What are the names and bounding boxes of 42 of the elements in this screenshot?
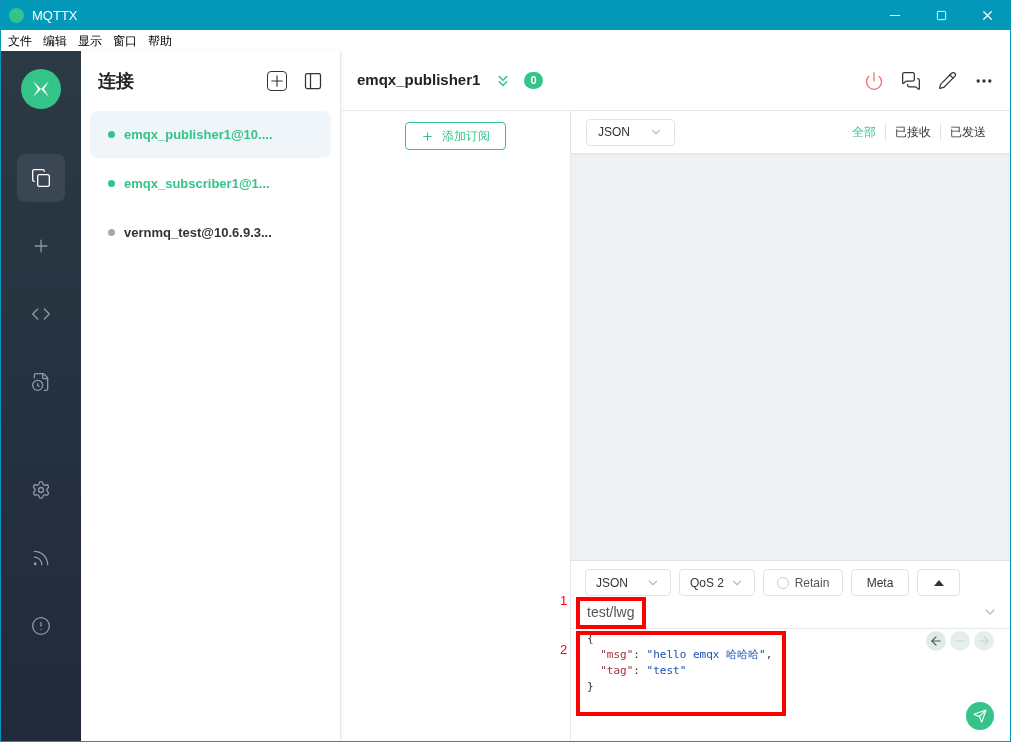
meta-button[interactable]: Meta (851, 569, 909, 596)
log-icon (31, 372, 51, 392)
power-icon[interactable] (864, 70, 884, 91)
message-count-badge: 0 (524, 72, 543, 89)
menu-item[interactable]: 编辑 (43, 31, 67, 50)
plus-icon (421, 129, 434, 143)
app-logo-icon (9, 8, 24, 23)
format-select[interactable]: JSON (585, 569, 671, 596)
sidebar-toggle-icon[interactable] (303, 71, 323, 91)
annotation-number: 2 (560, 641, 568, 659)
triangle-up-icon (933, 579, 944, 586)
menu-item[interactable]: 文件 (8, 31, 32, 50)
send-icon (973, 709, 987, 723)
format-select[interactable]: JSON (586, 118, 675, 146)
edit-icon[interactable] (938, 71, 957, 90)
arrow-left-icon[interactable] (926, 631, 946, 651)
annotation-box (576, 597, 646, 629)
feed-icon (31, 548, 51, 568)
topic-input[interactable]: test/lwg (587, 601, 635, 623)
rail-button[interactable] (17, 154, 65, 202)
app-logo-icon (21, 69, 61, 109)
send-button[interactable] (966, 702, 994, 730)
maximize-icon (935, 10, 947, 21)
window-title: MQTTX (32, 6, 78, 25)
expand-button[interactable] (917, 569, 960, 596)
connections-title: 连接 (98, 69, 134, 93)
minimize-icon (890, 15, 900, 16)
menu-item[interactable]: 帮助 (148, 31, 172, 50)
filter-tab[interactable]: 已发送 (940, 123, 995, 141)
chat-icon[interactable] (901, 70, 921, 91)
connection-item[interactable]: vernmq_test@10.6.9.3... (90, 209, 331, 256)
retain-checkbox[interactable]: Retain (763, 569, 843, 596)
info-icon (31, 616, 51, 636)
settings-icon (31, 480, 51, 500)
filter-tab[interactable]: 已接收 (885, 123, 940, 141)
new-connection-icon[interactable] (267, 71, 287, 91)
connections-icon (31, 168, 51, 188)
menu-item[interactable]: 显示 (78, 31, 102, 50)
qos-select[interactable]: QoS 2 (679, 569, 755, 596)
menu-item[interactable]: 窗口 (113, 31, 137, 50)
annotation-number: 1 (560, 592, 568, 610)
connection-title: emqx_publisher1 (357, 70, 481, 91)
